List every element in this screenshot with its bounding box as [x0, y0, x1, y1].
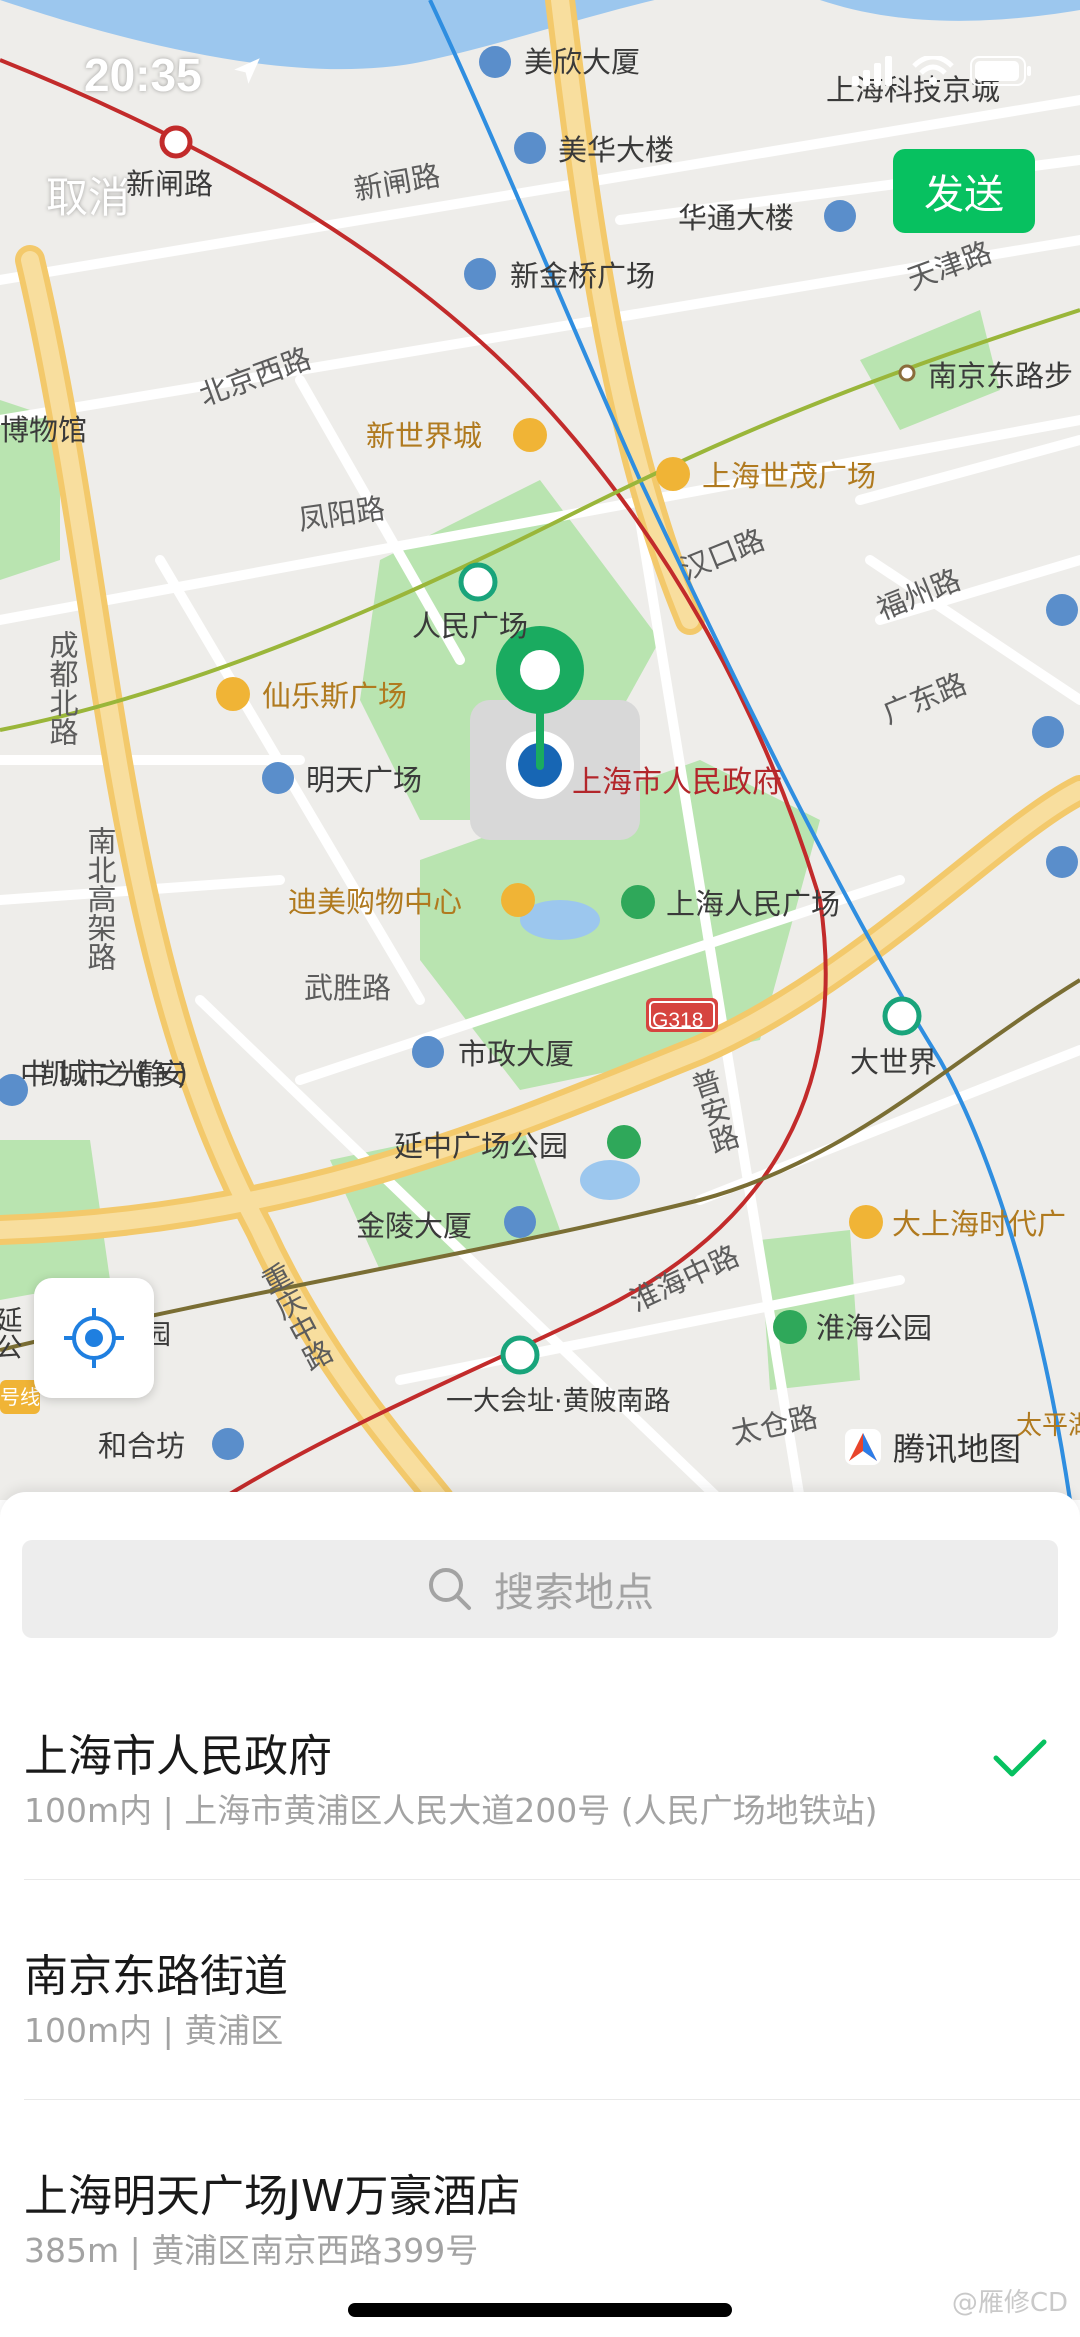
result-address: 100m内 | 黄浦区 [24, 2011, 284, 2050]
label-peoples-square-station: 人民广场 [412, 609, 528, 643]
location-arrow-icon [234, 58, 260, 84]
result-address: 385m | 黄浦区南京西路399号 [24, 2231, 479, 2270]
result-name: 上海明天广场JW万豪酒店 [24, 2171, 521, 2222]
tencent-map-logo-icon [845, 1429, 881, 1465]
result-item[interactable]: 上海市人民政府 100m内 | 上海市黄浦区人民大道200号 (人民广场地铁站) [0, 1660, 1080, 1880]
status-time: 20:35 [84, 49, 202, 101]
home-indicator[interactable] [348, 2303, 732, 2317]
label-wusheng: 武胜路 [304, 971, 391, 1005]
checkmark-icon [993, 1739, 1047, 1777]
label-yidahui: 一大会址·黄陂南路 [446, 1386, 671, 1417]
map-brand-label: 腾讯地图 [893, 1430, 1022, 1468]
location-sheet: 搜索地点 上海市人民政府 100m内 | 上海市黄浦区人民大道200号 (人民广… [0, 1492, 1080, 2337]
status-bar: 20:35 [0, 48, 1080, 108]
crosshair-icon [64, 1308, 124, 1368]
label-hehefang: 和合坊 [98, 1429, 185, 1463]
result-name: 南京东路街道 [24, 1951, 288, 2002]
label-xinzha-lu: 新闸路 [126, 167, 213, 201]
label-meihua: 美华大楼 [558, 133, 674, 167]
label-taiping: 太平湖 [1016, 1411, 1080, 1441]
label-nanjing-east: 南京东路步 [928, 359, 1073, 393]
signal-icon [852, 56, 892, 86]
label-yanzhong: 延中广场公园 [394, 1129, 568, 1163]
label-museum: 博物馆 [0, 413, 87, 447]
label-shimao: 上海世茂广场 [702, 459, 876, 493]
result-item[interactable]: 上海明天广场JW万豪酒店 385m | 黄浦区南京西路399号 [0, 2100, 1080, 2320]
label-peoples-square-park: 上海人民广场 [666, 887, 840, 921]
label-xinjinqiao: 新金桥广场 [510, 259, 655, 293]
label-dimei: 迪美购物中心 [288, 885, 462, 919]
label-line-tag: 号线 [0, 1385, 40, 1409]
label-new-world: 新世界城 [366, 419, 482, 453]
wifi-icon [912, 56, 954, 85]
label-g318: G318 [652, 1009, 703, 1032]
label-mingtian: 明天广场 [306, 763, 422, 797]
send-button[interactable]: 发送 [893, 149, 1035, 233]
label-huatong: 华通大楼 [678, 201, 794, 235]
label-zhongkai: 中凯城市之光(静安) [20, 1057, 188, 1091]
my-location-button[interactable] [34, 1278, 154, 1398]
label-dashanghai: 大上海时代广 [892, 1207, 1066, 1241]
label-shizheng: 市政大厦 [458, 1037, 574, 1071]
result-address: 100m内 | 上海市黄浦区人民大道200号 (人民广场地铁站) [24, 1791, 878, 1830]
search-placeholder: 搜索地点 [494, 1570, 654, 1616]
label-chengdu-north: 成都北路 [45, 630, 79, 746]
watermark: @雁修CD [951, 2288, 1068, 2318]
label-nanbei: 南北高架路 [83, 826, 117, 971]
search-icon [429, 1568, 471, 1610]
battery-icon [970, 56, 1031, 86]
label-huaihai-park: 淮海公园 [816, 1311, 932, 1345]
label-raffles: 仙乐斯广场 [262, 679, 407, 713]
cancel-button[interactable]: 取消 [46, 164, 130, 225]
label-gov: 上海市人民政府 [572, 765, 782, 800]
label-jinling: 金陵大厦 [356, 1209, 472, 1243]
result-name: 上海市人民政府 [24, 1731, 332, 1782]
label-dashijie: 大世界 [850, 1045, 937, 1079]
label-yan-left: 延公 [0, 1306, 22, 1360]
result-item[interactable]: 南京东路街道 100m内 | 黄浦区 [0, 1880, 1080, 2100]
map-brand: 腾讯地图 [843, 1424, 1021, 1470]
search-field[interactable]: 搜索地点 [22, 1540, 1058, 1638]
